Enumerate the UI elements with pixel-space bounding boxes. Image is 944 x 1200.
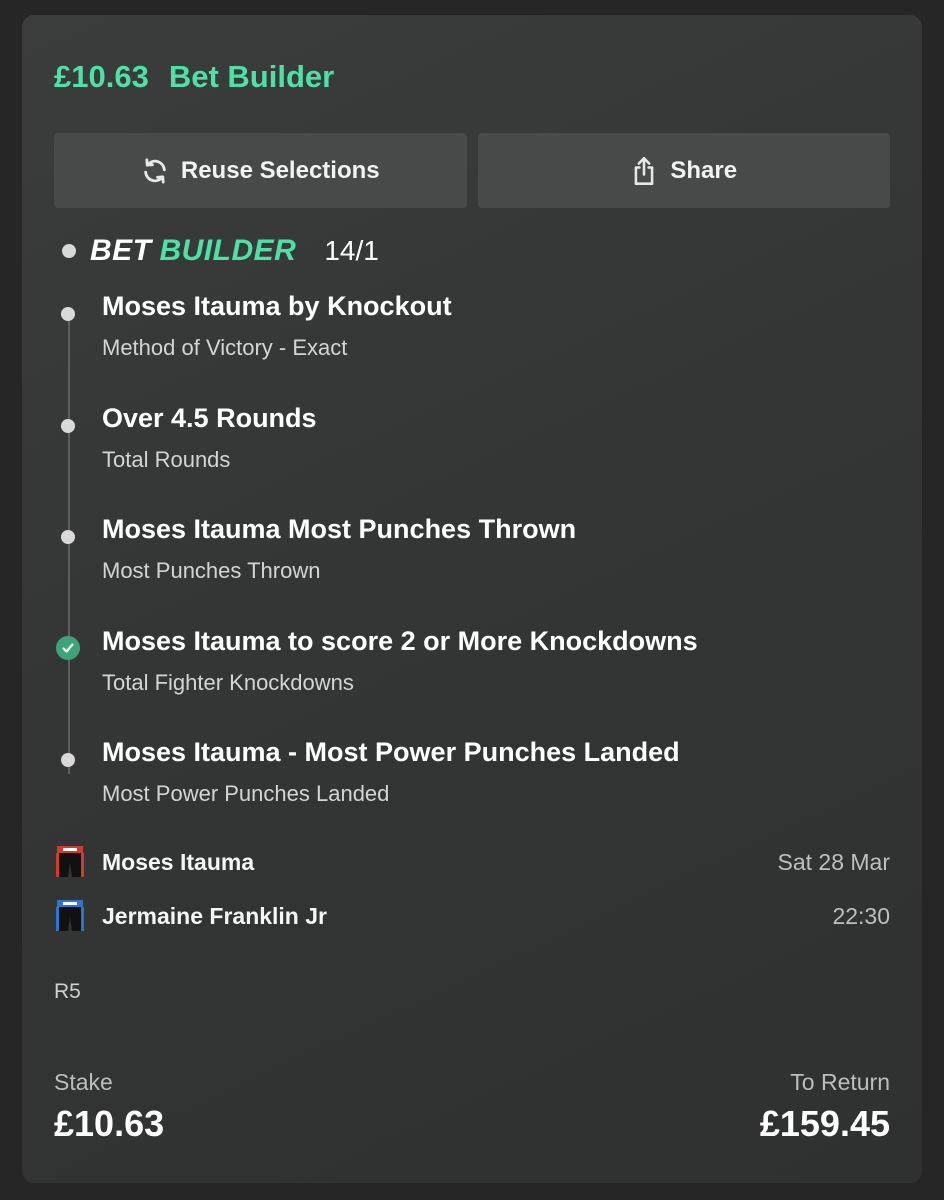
round-label: R5 — [54, 980, 81, 1003]
selection-item: Moses Itauma Most Punches Thrown Most Pu… — [54, 514, 890, 630]
selection-title: Moses Itauma - Most Power Punches Landed — [102, 737, 680, 767]
return-value: £159.45 — [759, 1103, 890, 1144]
share-icon — [630, 156, 658, 186]
event-date: Sat 28 Mar — [777, 848, 891, 875]
bet-builder-logo-builder: BUILDER — [159, 234, 297, 267]
selection-item: Moses Itauma by Knockout Method of Victo… — [54, 291, 890, 407]
selection-title: Over 4.5 Rounds — [102, 403, 317, 433]
bullet-icon — [62, 244, 76, 258]
bet-header: £10.63 Bet Builder — [54, 59, 334, 95]
fighter-row: Moses Itauma Sat 28 Mar — [54, 844, 890, 880]
pending-dot-icon — [61, 419, 75, 433]
return-label: To Return — [790, 1069, 890, 1095]
bet-card: £10.63 Bet Builder Reuse Selections Shar… — [22, 15, 922, 1183]
bet-builder-heading: BET BUILDER 14/1 — [62, 233, 379, 269]
fighter-name: Jermaine Franklin Jr — [102, 902, 327, 929]
selection-title: Moses Itauma by Knockout — [102, 291, 452, 321]
selection-market: Method of Victory - Exact — [102, 335, 348, 360]
header-title: Bet Builder — [168, 59, 335, 94]
selection-market: Total Fighter Knockdowns — [102, 670, 354, 695]
stake-value: £10.63 — [54, 1103, 165, 1144]
fighter-name: Moses Itauma — [102, 848, 255, 875]
pending-dot-icon — [61, 307, 75, 321]
share-button[interactable]: Share — [477, 133, 890, 208]
reuse-selections-button[interactable]: Reuse Selections — [54, 133, 467, 208]
boxing-shorts-blue-icon — [54, 899, 86, 933]
bet-builder-logo-bet: BET — [90, 234, 152, 267]
reuse-selections-label: Reuse Selections — [180, 156, 380, 184]
share-label: Share — [670, 156, 738, 184]
selection-market: Total Rounds — [102, 447, 231, 472]
checkmark-icon — [56, 636, 80, 660]
selection-title: Moses Itauma to score 2 or More Knockdow… — [102, 626, 698, 656]
selection-item: Moses Itauma - Most Power Punches Landed… — [54, 737, 890, 853]
selection-item: Over 4.5 Rounds Total Rounds — [54, 403, 890, 519]
stake-label: Stake — [54, 1069, 113, 1095]
fighter-row: Jermaine Franklin Jr 22:30 — [54, 898, 890, 934]
selection-market: Most Power Punches Landed — [102, 781, 390, 806]
selection-item: Moses Itauma to score 2 or More Knockdow… — [54, 626, 890, 742]
boxing-shorts-red-icon — [54, 845, 86, 879]
pending-dot-icon — [61, 753, 75, 767]
selection-market: Most Punches Thrown — [102, 558, 321, 583]
bet-odds: 14/1 — [324, 235, 379, 266]
refresh-icon — [141, 157, 169, 185]
action-buttons: Reuse Selections Share — [54, 133, 890, 208]
event-time: 22:30 — [832, 902, 890, 929]
selection-title: Moses Itauma Most Punches Thrown — [102, 514, 577, 544]
header-stake: £10.63 — [54, 59, 149, 94]
pending-dot-icon — [61, 530, 75, 544]
